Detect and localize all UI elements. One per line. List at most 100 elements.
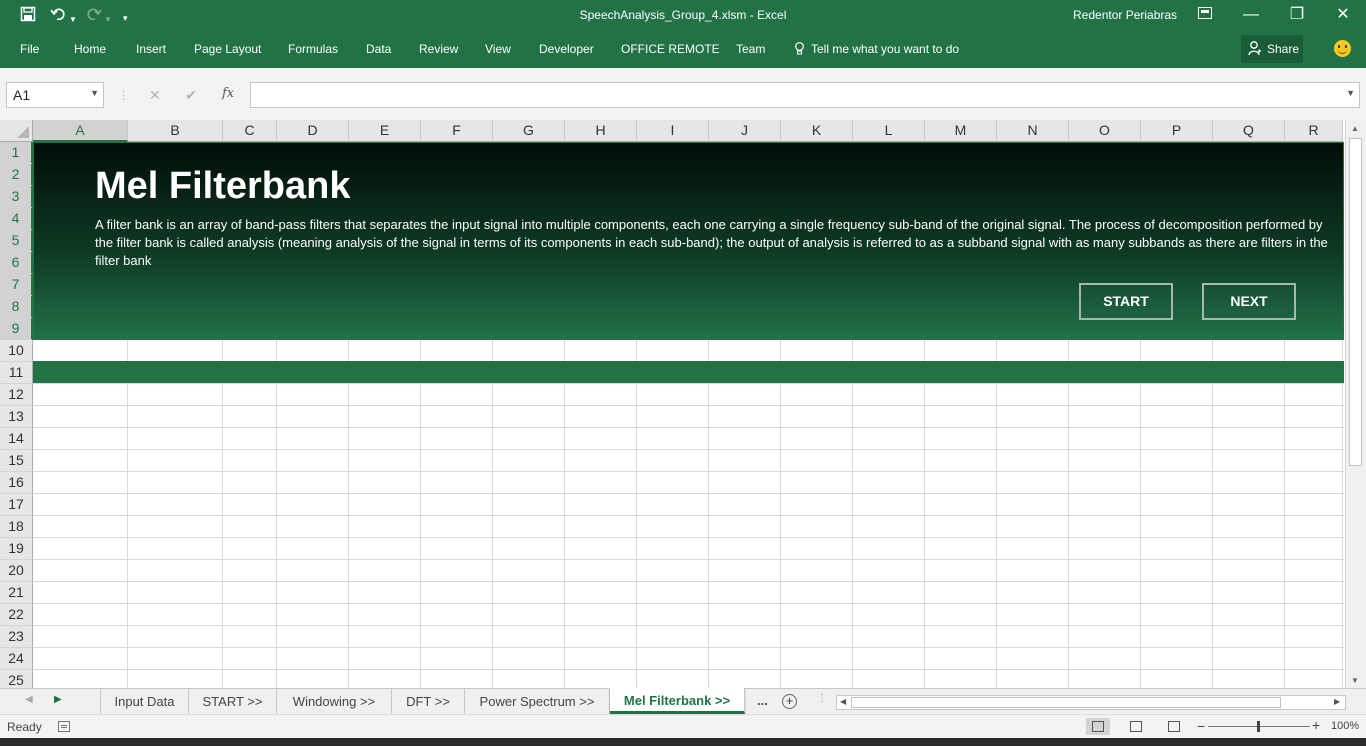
row-header[interactable]: 17	[0, 494, 33, 516]
minimize-icon[interactable]: —	[1228, 4, 1274, 26]
gridline	[33, 427, 1344, 428]
row-header[interactable]: 22	[0, 604, 33, 626]
scroll-left-icon[interactable]: ◀	[840, 697, 846, 706]
expand-formula-bar-icon[interactable]: ▼	[1346, 88, 1355, 98]
row-header[interactable]: 13	[0, 406, 33, 428]
column-header[interactable]: G	[493, 120, 565, 142]
row-header[interactable]: 15	[0, 450, 33, 472]
chevron-down-icon[interactable]: ▼	[90, 88, 99, 98]
column-header[interactable]: F	[421, 120, 493, 142]
tab-office-remote[interactable]: OFFICE REMOTE	[621, 42, 720, 56]
insert-function-button[interactable]: fx	[222, 86, 234, 101]
gridline	[33, 449, 1344, 450]
vertical-scrollbar[interactable]: ▲ ▼	[1345, 120, 1366, 688]
row-header[interactable]: 18	[0, 516, 33, 538]
sheet-tab-mel-filterbank[interactable]: Mel Filterbank >>	[610, 688, 745, 714]
vertical-scroll-thumb[interactable]	[1349, 138, 1362, 466]
sheet-tab-power-spectrum[interactable]: Power Spectrum >>	[465, 689, 610, 714]
sheet-tab-start[interactable]: START >>	[189, 689, 277, 714]
row-header[interactable]: 7	[0, 274, 33, 296]
row-header[interactable]: 6	[0, 252, 33, 274]
zoom-slider-thumb[interactable]	[1257, 721, 1260, 732]
row-header[interactable]: 20	[0, 560, 33, 582]
add-sheet-icon[interactable]: +	[782, 694, 797, 709]
scroll-right-icon[interactable]: ▶	[1334, 697, 1340, 706]
scroll-down-icon[interactable]: ▼	[1351, 676, 1359, 685]
user-name[interactable]: Redentor Periabras	[1073, 8, 1177, 22]
tab-insert[interactable]: Insert	[136, 42, 166, 56]
name-box[interactable]: A1 ▼	[6, 82, 104, 108]
sheet-tab-windowing[interactable]: Windowing >>	[277, 689, 392, 714]
more-sheets-button[interactable]: ...	[757, 693, 768, 708]
tab-file[interactable]: File	[20, 42, 39, 56]
tab-view[interactable]: View	[485, 42, 511, 56]
normal-view-button[interactable]	[1086, 718, 1110, 735]
restore-icon[interactable]: ❐	[1274, 4, 1320, 26]
column-header[interactable]: Q	[1213, 120, 1285, 142]
column-header[interactable]: L	[853, 120, 925, 142]
column-header[interactable]: E	[349, 120, 421, 142]
ribbon-display-options-icon[interactable]	[1182, 4, 1228, 26]
horizontal-scrollbar[interactable]: ◀ ▶	[836, 695, 1346, 710]
sheet-tab-dft[interactable]: DFT >>	[392, 689, 465, 714]
status-ready: Ready	[7, 720, 42, 734]
tab-split-handle[interactable]: ⋮	[817, 693, 827, 704]
row-header[interactable]: 10	[0, 340, 33, 362]
row-header[interactable]: 4	[0, 208, 33, 230]
column-header[interactable]: A	[33, 120, 128, 142]
column-header[interactable]: B	[128, 120, 223, 142]
row-header[interactable]: 8	[0, 296, 33, 318]
column-header[interactable]: J	[709, 120, 781, 142]
close-icon[interactable]: ✕	[1320, 4, 1366, 26]
column-header[interactable]: D	[277, 120, 349, 142]
column-header[interactable]: I	[637, 120, 709, 142]
row-header[interactable]: 11	[0, 362, 33, 384]
tab-page-layout[interactable]: Page Layout	[194, 42, 261, 56]
tab-review[interactable]: Review	[419, 42, 458, 56]
tell-me-search[interactable]: Tell me what you want to do	[811, 42, 959, 56]
next-button[interactable]: NEXT	[1202, 283, 1296, 320]
tab-data[interactable]: Data	[366, 42, 391, 56]
next-sheet-icon[interactable]: ▶	[54, 694, 62, 705]
column-header[interactable]: K	[781, 120, 853, 142]
start-button[interactable]: START	[1079, 283, 1173, 320]
tab-developer[interactable]: Developer	[539, 42, 594, 56]
column-header[interactable]: M	[925, 120, 997, 142]
row-header[interactable]: 24	[0, 648, 33, 670]
row-header[interactable]: 16	[0, 472, 33, 494]
macro-recording-icon[interactable]	[58, 721, 70, 732]
scroll-up-icon[interactable]: ▲	[1351, 124, 1359, 133]
prev-sheet-icon[interactable]: ◀	[25, 694, 33, 705]
row-header[interactable]: 3	[0, 186, 33, 208]
feedback-smiley-icon[interactable]	[1334, 40, 1351, 57]
sheet-tab-input-data[interactable]: Input Data	[101, 689, 189, 714]
row-header[interactable]: 9	[0, 318, 33, 340]
select-all-corner[interactable]	[0, 120, 33, 142]
row-header[interactable]: 5	[0, 230, 33, 252]
tab-home[interactable]: Home	[74, 42, 106, 56]
row-header[interactable]: 14	[0, 428, 33, 450]
share-button[interactable]: Share	[1241, 35, 1303, 63]
page-layout-view-button[interactable]	[1124, 718, 1148, 735]
zoom-in-button[interactable]: +	[1312, 717, 1320, 733]
column-header[interactable]: O	[1069, 120, 1141, 142]
column-header[interactable]: R	[1285, 120, 1343, 142]
row-header[interactable]: 23	[0, 626, 33, 648]
gridline	[33, 405, 1344, 406]
zoom-out-button[interactable]: −	[1197, 718, 1205, 734]
column-header[interactable]: C	[223, 120, 277, 142]
tab-team[interactable]: Team	[736, 42, 765, 56]
page-break-view-button[interactable]	[1162, 718, 1186, 735]
row-header[interactable]: 19	[0, 538, 33, 560]
row-header[interactable]: 2	[0, 164, 33, 186]
column-header[interactable]: P	[1141, 120, 1213, 142]
row-header[interactable]: 21	[0, 582, 33, 604]
column-header[interactable]: N	[997, 120, 1069, 142]
horizontal-scroll-thumb[interactable]	[851, 697, 1281, 708]
formula-input[interactable]: ▼	[250, 82, 1360, 108]
tab-formulas[interactable]: Formulas	[288, 42, 338, 56]
row-header[interactable]: 12	[0, 384, 33, 406]
zoom-level[interactable]: 100%	[1331, 720, 1359, 732]
row-header[interactable]: 1	[0, 142, 33, 164]
column-header[interactable]: H	[565, 120, 637, 142]
